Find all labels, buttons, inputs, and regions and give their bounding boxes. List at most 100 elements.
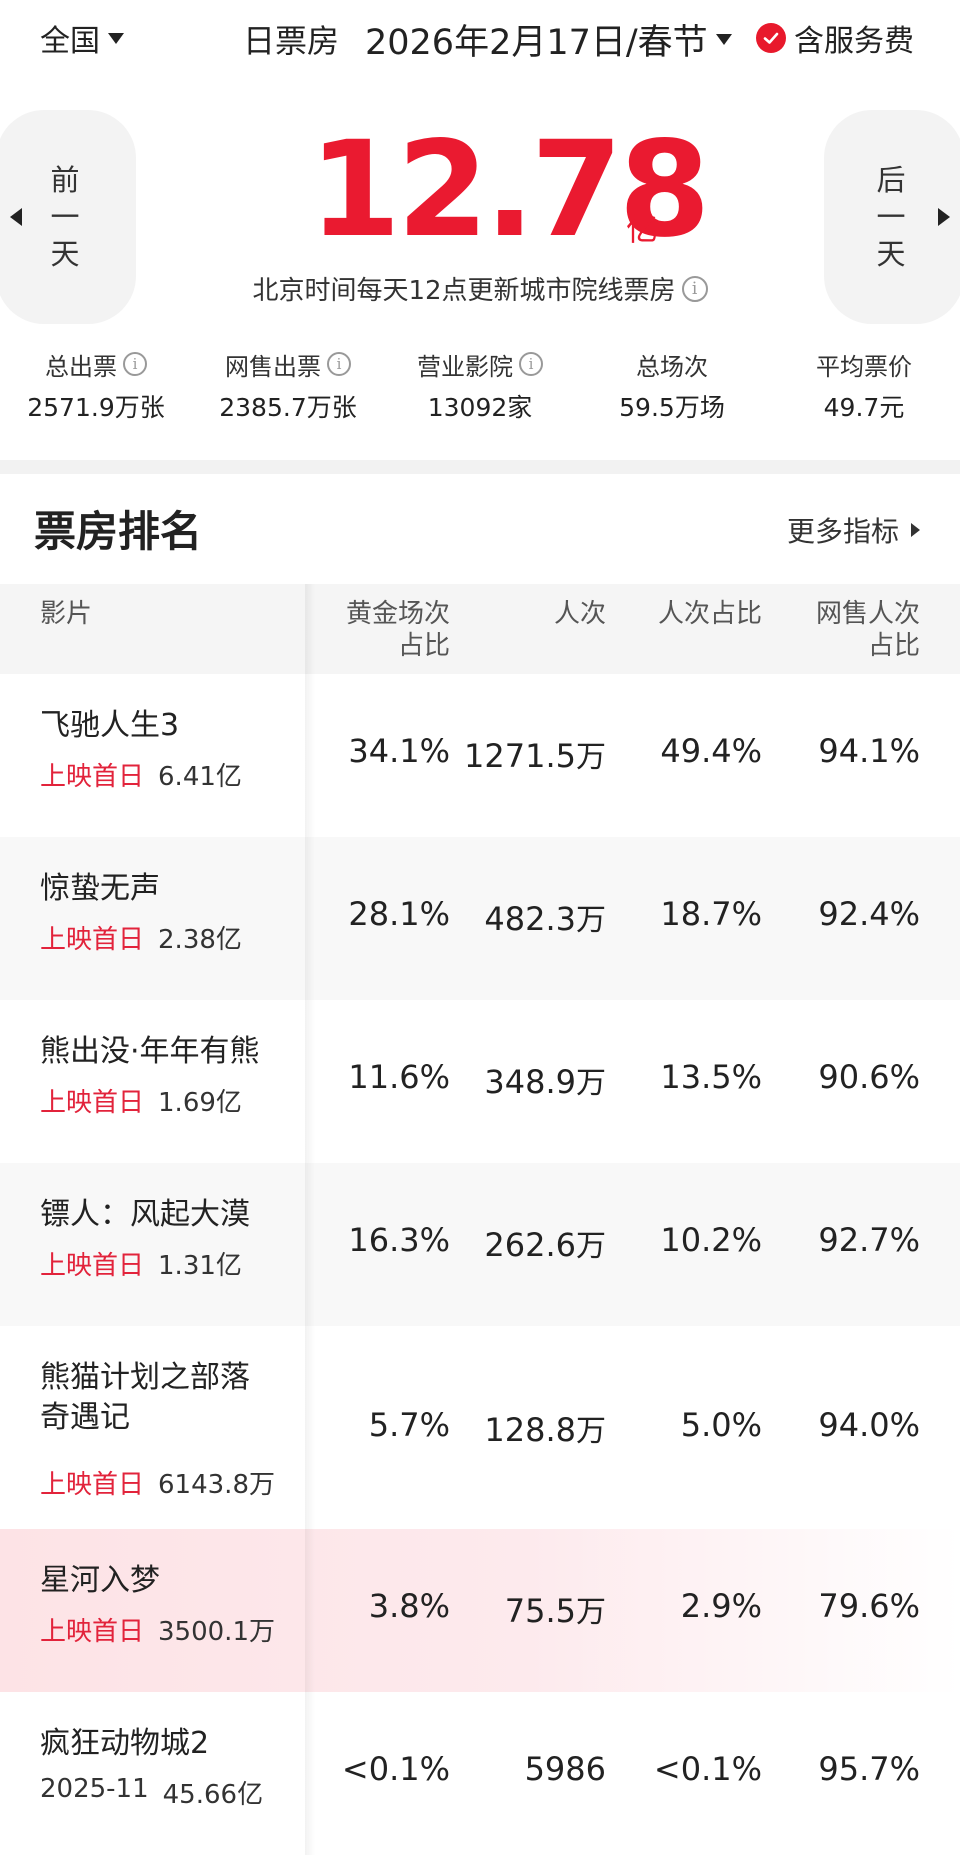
golden-ratio-cell: <0.1% — [341, 1750, 450, 1788]
film-title: 熊出没·年年有熊 — [40, 1034, 260, 1069]
online-ratio-cell: 92.4% — [818, 895, 920, 933]
release-tag: 上映首日 — [40, 925, 145, 955]
stat-cinemas: 营业影院 i 13092家 — [384, 346, 576, 436]
film-release-info: 上映首日 1.31亿 — [40, 1245, 242, 1282]
service-fee-toggle[interactable]: 含服务费 — [756, 16, 914, 60]
attendance-ratio-cell: 2.9% — [680, 1587, 762, 1625]
online-ratio-cell: 79.6% — [818, 1587, 920, 1625]
section-title: 票房排名 — [34, 507, 203, 556]
info-icon[interactable]: i — [327, 352, 351, 376]
film-title: 熊猫计划之部落 奇遇记 — [40, 1360, 250, 1435]
stat-value: 2385.7万张 — [219, 393, 357, 422]
golden-ratio-cell: 16.3% — [348, 1221, 450, 1259]
column-shadow — [305, 1529, 315, 1692]
column-shadow — [305, 1163, 315, 1326]
film-gross: 1.69亿 — [158, 1088, 242, 1118]
region-selector[interactable]: 全国 — [40, 16, 124, 60]
column-shadow — [305, 1326, 315, 1529]
more-metrics-button[interactable]: 更多指标 — [787, 510, 920, 550]
chevron-down-icon — [108, 32, 124, 44]
attendance-cell: 482.3万 — [484, 900, 606, 938]
table-row[interactable]: 飞驰人生3 上映首日 6.41亿 34.1% 1271.5万 49.4% 94.1% — [0, 674, 960, 837]
golden-ratio-cell: 34.1% — [348, 732, 450, 770]
online-ratio-cell: 92.7% — [818, 1221, 920, 1259]
release-tag: 上映首日 — [40, 762, 145, 792]
release-tag: 上映首日 — [40, 1251, 145, 1281]
table-header: 影片 黄金场次 占比 人次 人次占比 网售人次 占比 — [0, 584, 960, 674]
next-day-button[interactable]: 后 一 天 — [824, 110, 960, 324]
golden-ratio-cell: 28.1% — [348, 895, 450, 933]
table-row[interactable]: 熊猫计划之部落 奇遇记上映首日 6143.8万 5.7% 128.8万 5.0% 94.0% — [0, 1326, 960, 1529]
film-release-info: 上映首日 1.69亿 — [40, 1082, 242, 1119]
column-golden-ratio[interactable]: 黄金场次 占比 — [330, 598, 450, 662]
chevron-down-icon — [715, 34, 732, 45]
previous-day-label: 前 一 天 — [50, 162, 80, 271]
section-divider — [0, 460, 960, 474]
column-attendance-ratio[interactable]: 人次占比 — [630, 598, 762, 630]
golden-ratio-cell: 5.7% — [368, 1406, 450, 1444]
attendance-cell: 348.9万 — [484, 1063, 606, 1101]
online-ratio-cell: 90.6% — [818, 1058, 920, 1096]
table-row[interactable]: 疯狂动物城2 2025-11 45.66亿 <0.1% 5986 <0.1% 95.7% — [0, 1692, 960, 1855]
attendance-cell: 5986 — [524, 1750, 606, 1788]
info-icon[interactable]: i — [519, 352, 543, 376]
film-title: 疯狂动物城2 — [40, 1726, 210, 1761]
column-shadow — [305, 674, 315, 837]
column-attendance[interactable]: 人次 — [500, 598, 606, 630]
film-gross: 6143.8万 — [158, 1470, 275, 1500]
arrow-right-icon — [938, 208, 950, 226]
release-tag: 上映首日 — [40, 1088, 145, 1118]
table-row[interactable]: 镖人：风起大漠上映首日 1.31亿 16.3% 262.6万 10.2% 92.7% — [0, 1163, 960, 1326]
release-tag: 2025-11 — [40, 1774, 149, 1804]
info-icon[interactable]: i — [681, 275, 708, 302]
box-office-unit: 亿 — [626, 210, 659, 248]
attendance-ratio-cell: <0.1% — [653, 1750, 762, 1788]
film-release-info: 上映首日 6.41亿 — [40, 756, 242, 793]
arrow-left-icon — [10, 208, 22, 226]
info-icon[interactable]: i — [123, 352, 147, 376]
table-row[interactable]: 惊蛰无声上映首日 2.38亿 28.1% 482.3万 18.7% 92.4% — [0, 837, 960, 1000]
online-ratio-cell: 94.0% — [818, 1406, 920, 1444]
film-title: 惊蛰无声 — [40, 871, 160, 906]
stat-value: 49.7元 — [823, 393, 905, 422]
golden-ratio-cell: 3.8% — [368, 1587, 450, 1625]
check-icon — [756, 23, 786, 53]
attendance-cell: 1271.5万 — [464, 737, 606, 775]
ranking-header: 票房排名 更多指标 — [0, 474, 960, 584]
attendance-ratio-cell: 13.5% — [660, 1058, 762, 1096]
attendance-ratio-cell: 5.0% — [680, 1406, 762, 1444]
daily-box-office-summary: 前 一 天 12.78 亿 北京时间每天12点更新城市院线票房 i 后 一 天 — [0, 100, 960, 340]
golden-ratio-cell: 11.6% — [348, 1058, 450, 1096]
release-tag: 上映首日 — [40, 1470, 145, 1500]
stat-value: 2571.9万张 — [27, 393, 165, 422]
stats-row: 总出票 i 2571.9万张 网售出票 i 2385.7万张 营业影院 i 13092… — [0, 346, 960, 436]
film-gross: 6.41亿 — [158, 762, 242, 792]
release-tag: 上映首日 — [40, 1617, 145, 1647]
column-shadow — [305, 837, 315, 1000]
attendance-cell: 75.5万 — [504, 1592, 606, 1630]
stat-value: 59.5万场 — [619, 393, 725, 422]
column-film[interactable]: 影片 — [40, 598, 92, 630]
top-bar: 全国 日票房 2026年2月17日/春节 含服务费 — [0, 0, 960, 76]
column-online-ratio[interactable]: 网售人次 占比 — [780, 598, 920, 662]
service-fee-label: 含服务费 — [794, 24, 914, 59]
table-row[interactable]: 熊出没·年年有熊上映首日 1.69亿 11.6% 348.9万 13.5% 90.6% — [0, 1000, 960, 1163]
attendance-ratio-cell: 18.7% — [660, 895, 762, 933]
film-title: 镖人：风起大漠 — [40, 1197, 250, 1232]
attendance-cell: 262.6万 — [484, 1226, 606, 1264]
attendance-ratio-cell: 10.2% — [660, 1221, 762, 1259]
film-title: 飞驰人生3 — [40, 708, 180, 743]
region-label: 全国 — [40, 24, 100, 59]
attendance-cell: 128.8万 — [484, 1411, 606, 1449]
table-row[interactable]: 星河入梦 上映首日 3500.1万 3.8% 75.5万 2.9% 79.6% — [0, 1529, 960, 1692]
film-gross: 1.31亿 — [158, 1251, 242, 1281]
date-selector[interactable]: 2026年2月17日/春节 — [365, 14, 732, 65]
film-release-info: 2025-11 45.66亿 — [40, 1774, 263, 1811]
film-gross: 45.66亿 — [162, 1780, 264, 1810]
stat-avg-price: 平均票价 49.7元 — [768, 346, 960, 436]
online-ratio-cell: 94.1% — [818, 732, 920, 770]
ranking-table: 飞驰人生3 上映首日 6.41亿 34.1% 1271.5万 49.4% 94.1% 惊蛰无声… — [0, 674, 960, 1855]
stat-online-tickets: 网售出票 i 2385.7万张 — [192, 346, 384, 436]
film-gross: 2.38亿 — [158, 925, 242, 955]
next-day-label: 后 一 天 — [876, 162, 906, 271]
